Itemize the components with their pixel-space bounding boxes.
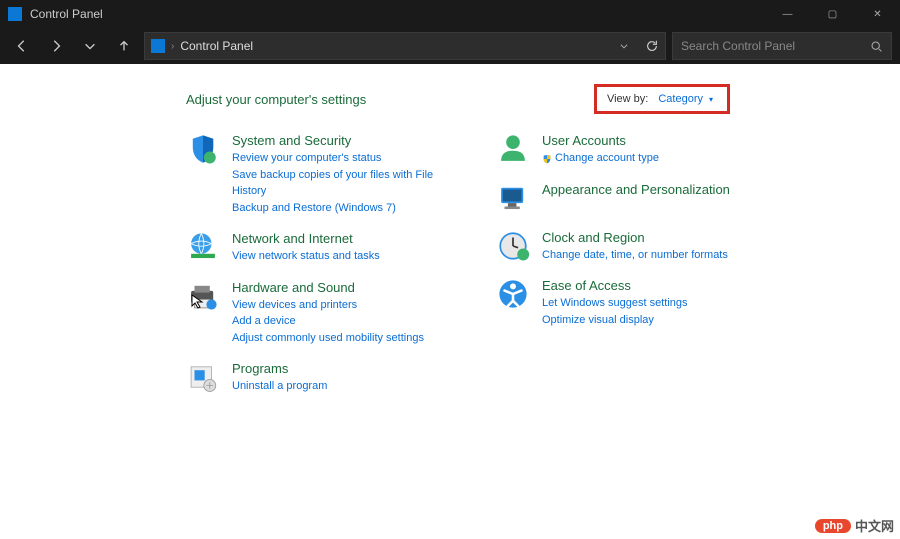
- mouse-cursor-icon: [190, 293, 206, 309]
- category-hardware-sound: Hardware and Sound View devices and prin…: [186, 279, 456, 347]
- maximize-button[interactable]: ▢: [810, 0, 855, 28]
- category-ease-of-access: Ease of Access Let Windows suggest setti…: [496, 277, 766, 328]
- category-link[interactable]: View network status and tasks: [232, 248, 380, 265]
- chevron-down-icon: [83, 39, 97, 53]
- breadcrumb-separator: ›: [171, 41, 174, 52]
- category-link[interactable]: View devices and printers: [232, 297, 424, 314]
- category-title[interactable]: Ease of Access: [542, 278, 631, 293]
- view-by-label: View by:: [607, 93, 648, 105]
- ease-icon: [496, 277, 530, 311]
- category-title[interactable]: System and Security: [232, 133, 351, 148]
- arrow-up-icon: [117, 39, 131, 53]
- search-box[interactable]: Search Control Panel: [672, 32, 892, 60]
- refresh-icon[interactable]: [645, 39, 659, 53]
- close-button[interactable]: ✕: [855, 0, 900, 28]
- category-user-accounts: User Accounts Change account type: [496, 132, 766, 167]
- window-controls: — ▢ ✕: [765, 0, 900, 28]
- category-network-internet: Network and Internet View network status…: [186, 230, 456, 265]
- category-title[interactable]: Hardware and Sound: [232, 280, 355, 295]
- watermark-pill: php: [815, 519, 851, 533]
- category-link[interactable]: Change account type: [542, 150, 659, 167]
- category-column-right: User Accounts Change account type Appear…: [496, 132, 766, 409]
- category-link[interactable]: Let Windows suggest settings: [542, 295, 688, 312]
- minimize-button[interactable]: —: [765, 0, 810, 28]
- up-button[interactable]: [110, 32, 138, 60]
- watermark: php 中文网: [815, 516, 894, 535]
- arrow-right-icon: [49, 39, 63, 53]
- programs-icon: [186, 360, 220, 394]
- clock-icon: [496, 229, 530, 263]
- breadcrumb-text[interactable]: Control Panel: [180, 39, 253, 53]
- view-by-value-text: Category: [658, 93, 703, 105]
- dropdown-triangle-icon: ▾: [709, 95, 713, 104]
- category-link[interactable]: Uninstall a program: [232, 378, 327, 395]
- address-bar[interactable]: › Control Panel: [144, 32, 666, 60]
- category-title[interactable]: Network and Internet: [232, 231, 353, 246]
- category-clock-region: Clock and Region Change date, time, or n…: [496, 229, 766, 264]
- back-button[interactable]: [8, 32, 36, 60]
- uac-shield-icon: [542, 153, 552, 163]
- category-link[interactable]: Review your computer's status: [232, 150, 456, 167]
- category-appearance-personalization: Appearance and Personalization: [496, 181, 766, 215]
- search-placeholder: Search Control Panel: [681, 39, 795, 53]
- category-link[interactable]: Change date, time, or number formats: [542, 247, 728, 264]
- titlebar: Control Panel — ▢ ✕: [0, 0, 900, 28]
- globe-icon: [186, 230, 220, 264]
- control-panel-icon: [151, 39, 165, 53]
- navbar: › Control Panel Search Control Panel: [0, 28, 900, 64]
- category-link-text: Change account type: [555, 152, 659, 164]
- category-title[interactable]: Clock and Region: [542, 230, 645, 245]
- window-title: Control Panel: [30, 7, 765, 21]
- forward-button[interactable]: [42, 32, 70, 60]
- content-area: Adjust your computer's settings View by:…: [0, 64, 900, 539]
- view-by-selector[interactable]: View by: Category ▾: [594, 84, 730, 114]
- category-link[interactable]: Save backup copies of your files with Fi…: [232, 167, 456, 200]
- category-system-security: System and Security Review your computer…: [186, 132, 456, 216]
- page-heading: Adjust your computer's settings: [186, 92, 594, 107]
- watermark-text: 中文网: [855, 516, 894, 535]
- recent-dropdown[interactable]: [76, 32, 104, 60]
- arrow-left-icon: [15, 39, 29, 53]
- category-link[interactable]: Adjust commonly used mobility settings: [232, 330, 424, 347]
- category-title[interactable]: User Accounts: [542, 133, 626, 148]
- appearance-icon: [496, 181, 530, 215]
- category-link[interactable]: Backup and Restore (Windows 7): [232, 200, 456, 217]
- category-column-left: System and Security Review your computer…: [186, 132, 456, 409]
- user-icon: [496, 132, 530, 166]
- view-by-value[interactable]: Category ▾: [658, 93, 713, 105]
- shield-icon: [186, 132, 220, 166]
- category-title[interactable]: Programs: [232, 361, 288, 376]
- category-programs: Programs Uninstall a program: [186, 360, 456, 395]
- app-icon: [8, 7, 22, 21]
- search-icon: [870, 40, 883, 53]
- category-link[interactable]: Optimize visual display: [542, 312, 688, 329]
- chevron-down-icon[interactable]: [619, 41, 629, 51]
- category-link[interactable]: Add a device: [232, 313, 424, 330]
- category-title[interactable]: Appearance and Personalization: [542, 182, 730, 197]
